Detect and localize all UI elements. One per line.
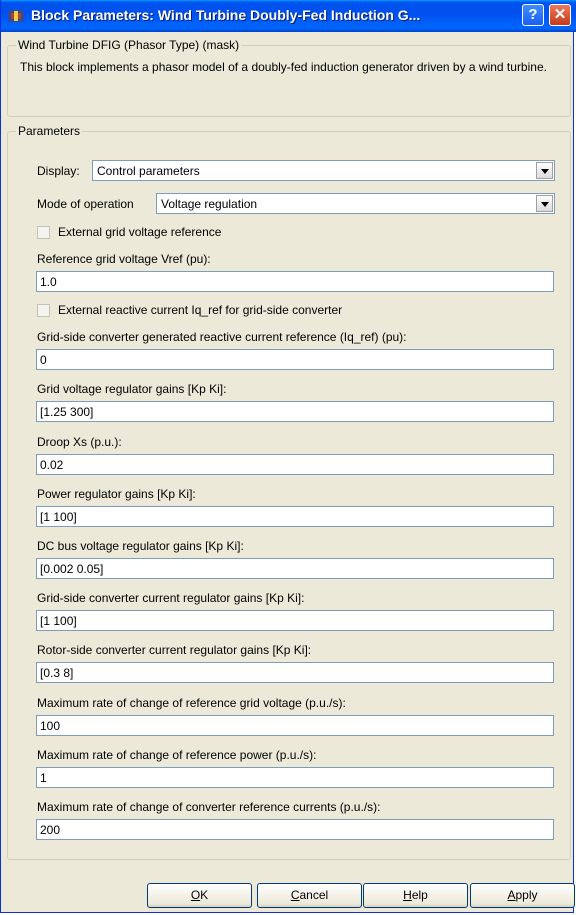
cancel-label: ancel	[299, 888, 329, 902]
iq-ref-label: Grid-side converter generated reactive c…	[37, 330, 407, 344]
power-gains-field[interactable]: [1 100]	[36, 506, 554, 527]
title-help-button[interactable]: ?	[522, 4, 544, 26]
help-button[interactable]: Help	[363, 883, 468, 908]
ext-iq-ref-label: External reactive current Iq_ref for gri…	[58, 303, 343, 317]
ext-voltage-ref-checkbox[interactable]	[37, 226, 50, 239]
apply-label: pply	[515, 888, 538, 902]
window-title: Block Parameters: Wind Turbine Doubly-Fe…	[31, 7, 421, 23]
title-close-button[interactable]: ✕	[549, 4, 571, 26]
display-select[interactable]: Control parameters	[92, 160, 555, 181]
ok-button[interactable]: OK	[147, 883, 252, 908]
mask-description: This block implements a phasor model of …	[20, 60, 547, 74]
apply-button[interactable]: Apply	[470, 883, 575, 908]
help-mnemonic: H	[403, 888, 412, 902]
max-rate-power-field[interactable]: 1	[36, 767, 554, 788]
grid-voltage-gains-label: Grid voltage regulator gains [Kp Ki]:	[37, 382, 227, 396]
chevron-down-icon[interactable]	[536, 195, 553, 212]
dc-bus-gains-label: DC bus voltage regulator gains [Kp Ki]:	[37, 539, 244, 553]
max-rate-currents-field[interactable]: 200	[36, 819, 554, 840]
mode-label: Mode of operation	[37, 197, 134, 211]
display-select-value: Control parameters	[97, 164, 200, 178]
max-rate-currents-label: Maximum rate of change of converter refe…	[37, 800, 381, 814]
block-parameters-dialog: Block Parameters: Wind Turbine Doubly-Fe…	[0, 0, 576, 913]
mask-group: Wind Turbine DFIG (Phasor Type) (mask) T…	[7, 38, 571, 117]
droop-label: Droop Xs (p.u.):	[37, 435, 122, 449]
droop-field[interactable]: 0.02	[36, 454, 554, 475]
apply-mnemonic: A	[507, 888, 516, 902]
title-bar[interactable]: Block Parameters: Wind Turbine Doubly-Fe…	[1, 0, 576, 32]
grid-side-current-gains-label: Grid-side converter current regulator ga…	[37, 591, 305, 605]
ok-mnemonic: O	[190, 888, 201, 902]
simulink-block-icon	[8, 10, 24, 22]
grid-side-current-gains-field[interactable]: [1 100]	[36, 610, 554, 631]
vref-label: Reference grid voltage Vref (pu):	[37, 252, 211, 266]
display-label: Display:	[37, 164, 80, 178]
vref-field[interactable]: 1.0	[36, 271, 554, 292]
dc-bus-gains-field[interactable]: [0.002 0.05]	[36, 558, 554, 579]
max-rate-voltage-label: Maximum rate of change of reference grid…	[37, 696, 346, 710]
rotor-side-current-gains-label: Rotor-side converter current regulator g…	[37, 643, 312, 657]
max-rate-voltage-field[interactable]: 100	[36, 715, 554, 736]
ext-iq-ref-checkbox[interactable]	[37, 304, 50, 317]
mask-legend: Wind Turbine DFIG (Phasor Type) (mask)	[16, 38, 242, 52]
ext-voltage-ref-label: External grid voltage reference	[58, 225, 222, 239]
mode-select[interactable]: Voltage regulation	[156, 193, 555, 214]
power-gains-label: Power regulator gains [Kp Ki]:	[37, 487, 196, 501]
help-label: elp	[411, 888, 428, 902]
max-rate-power-label: Maximum rate of change of reference powe…	[37, 748, 317, 762]
parameters-legend: Parameters	[16, 124, 83, 138]
chevron-down-icon[interactable]	[536, 162, 553, 179]
iq-ref-field[interactable]: 0	[36, 349, 554, 370]
grid-voltage-gains-field[interactable]: [1.25 300]	[36, 401, 554, 422]
mode-select-value: Voltage regulation	[161, 197, 258, 211]
cancel-button[interactable]: Cancel	[257, 883, 362, 908]
rotor-side-current-gains-field[interactable]: [0.3 8]	[36, 662, 554, 683]
ok-label: K	[200, 888, 209, 902]
